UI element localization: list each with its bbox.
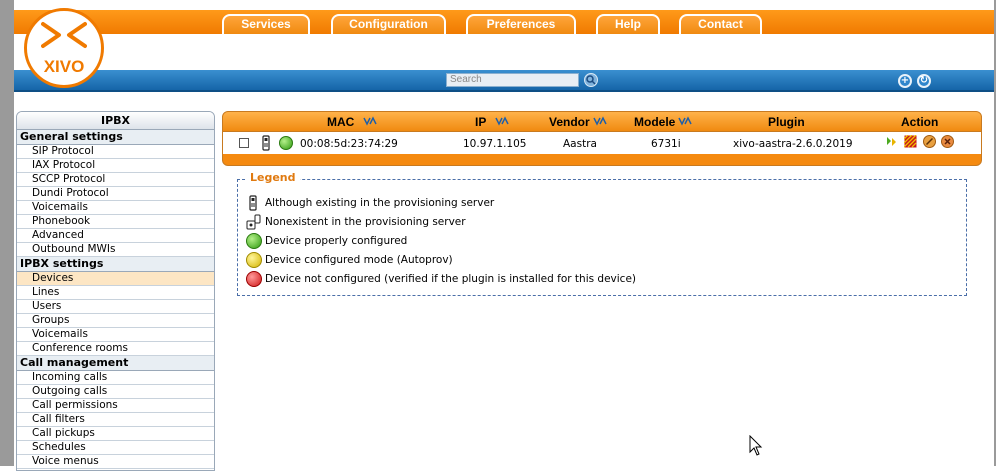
xivo-logo[interactable]: XIVO (24, 8, 104, 88)
sidebar-item-iax-protocol[interactable]: IAX Protocol (17, 159, 214, 173)
red-dot (246, 271, 262, 287)
sidebar-item-voicemails-ipbx[interactable]: Voicemails (17, 328, 214, 342)
cell-mac[interactable]: 00:08:5d:23:74:29 (300, 138, 398, 150)
sidebar-item-outgoing-calls[interactable]: Outgoing calls (17, 385, 214, 399)
delete-icon[interactable] (941, 135, 954, 148)
refresh-button[interactable]: ↻ (917, 74, 931, 88)
sidebar-title: IPBX (17, 112, 214, 130)
column-header-mac[interactable]: MAC (327, 115, 354, 129)
add-button[interactable]: + (898, 74, 912, 88)
window-frame-left (0, 0, 14, 466)
column-header-model[interactable]: Modele (634, 115, 675, 129)
cell-ip: 10.97.1.105 (463, 138, 527, 150)
search-icon (586, 75, 596, 85)
sidebar-item-groups[interactable]: Groups (17, 314, 214, 328)
sidebar-item-devices[interactable]: Devices (17, 272, 214, 286)
tab-contact[interactable]: Contact (679, 14, 762, 34)
header-white-band (14, 34, 994, 70)
sidebar-heading-general: General settings (17, 130, 214, 145)
sidebar-item-call-pickups[interactable]: Call pickups (17, 427, 214, 441)
sort-icon[interactable] (593, 116, 607, 126)
sort-icon[interactable] (363, 116, 377, 126)
sidebar: IPBX General settings SIP Protocol IAX P… (16, 111, 215, 471)
green-dot (246, 233, 262, 249)
legend-text: Although existing in the provisioning se… (265, 197, 495, 209)
legend: Legend Although existing in the provisio… (237, 171, 967, 296)
sidebar-item-call-permissions[interactable]: Call permissions (17, 399, 214, 413)
legend-text: Device not configured (verified if the p… (265, 273, 637, 285)
column-header-action: Action (901, 115, 939, 129)
tab-services[interactable]: Services (222, 14, 310, 34)
legend-text: Nonexistent in the provisioning server (265, 216, 466, 228)
sidebar-heading-ipbx: IPBX settings (17, 257, 214, 272)
search-button[interactable] (584, 73, 598, 87)
phone-nonexistent-icon (246, 214, 261, 230)
plus-icon: + (900, 75, 910, 86)
synchronize-icon[interactable] (885, 135, 898, 148)
sidebar-item-sccp-protocol[interactable]: SCCP Protocol (17, 173, 214, 187)
tab-help[interactable]: Help (596, 14, 660, 34)
sort-icon[interactable] (495, 116, 509, 126)
cell-model: 6731i (651, 138, 681, 150)
phone-exists-icon (249, 195, 257, 211)
legend-title: Legend (246, 171, 300, 184)
status-green-dot (279, 136, 293, 150)
sidebar-item-voicemails-general[interactable]: Voicemails (17, 201, 214, 215)
logo-text: XIVO (43, 57, 85, 76)
sidebar-item-conference-rooms[interactable]: Conference rooms (17, 342, 214, 356)
reset-autoprov-icon[interactable] (904, 135, 917, 148)
sidebar-item-schedules[interactable]: Schedules (17, 441, 214, 455)
table-row: 00:08:5d:23:74:29 10.97.1.105 Aastra 673… (223, 132, 981, 154)
cell-vendor: Aastra (563, 138, 597, 150)
edit-icon[interactable] (923, 135, 936, 148)
legend-text: Device properly configured (265, 235, 408, 247)
column-header-plugin: Plugin (768, 115, 805, 129)
sidebar-heading-call-management: Call management (17, 356, 214, 371)
column-header-vendor[interactable]: Vendor (549, 115, 590, 129)
tab-configuration[interactable]: Configuration (331, 14, 446, 34)
sidebar-item-voice-menus[interactable]: Voice menus (17, 455, 214, 469)
sidebar-item-phonebook[interactable]: Phonebook (17, 215, 214, 229)
legend-text: Device configured mode (Autoprov) (265, 254, 453, 266)
tab-preferences[interactable]: Preferences (466, 14, 576, 34)
mouse-cursor-icon (749, 435, 763, 456)
phone-exists-icon (262, 135, 270, 151)
sidebar-item-advanced[interactable]: Advanced (17, 229, 214, 243)
devices-table: MAC IP Vendor Modele Plugin Action 00:08… (222, 111, 982, 166)
search-input[interactable]: Search (446, 73, 579, 87)
yellow-dot (246, 252, 262, 268)
refresh-icon: ↻ (919, 75, 929, 86)
row-checkbox[interactable] (239, 138, 249, 148)
sort-icon[interactable] (678, 116, 692, 126)
sidebar-item-lines[interactable]: Lines (17, 286, 214, 300)
sidebar-item-outbound-mwis[interactable]: Outbound MWIs (17, 243, 214, 257)
column-header-ip[interactable]: IP (475, 115, 486, 129)
sidebar-item-sip-protocol[interactable]: SIP Protocol (17, 145, 214, 159)
sidebar-item-call-filters[interactable]: Call filters (17, 413, 214, 427)
sidebar-item-users[interactable]: Users (17, 300, 214, 314)
table-header: MAC IP Vendor Modele Plugin Action (223, 112, 981, 132)
sidebar-item-dundi-protocol[interactable]: Dundi Protocol (17, 187, 214, 201)
sidebar-item-incoming-calls[interactable]: Incoming calls (17, 371, 214, 385)
logo-arrows-icon (41, 22, 87, 48)
cell-plugin: xivo-aastra-2.6.0.2019 (733, 138, 853, 150)
